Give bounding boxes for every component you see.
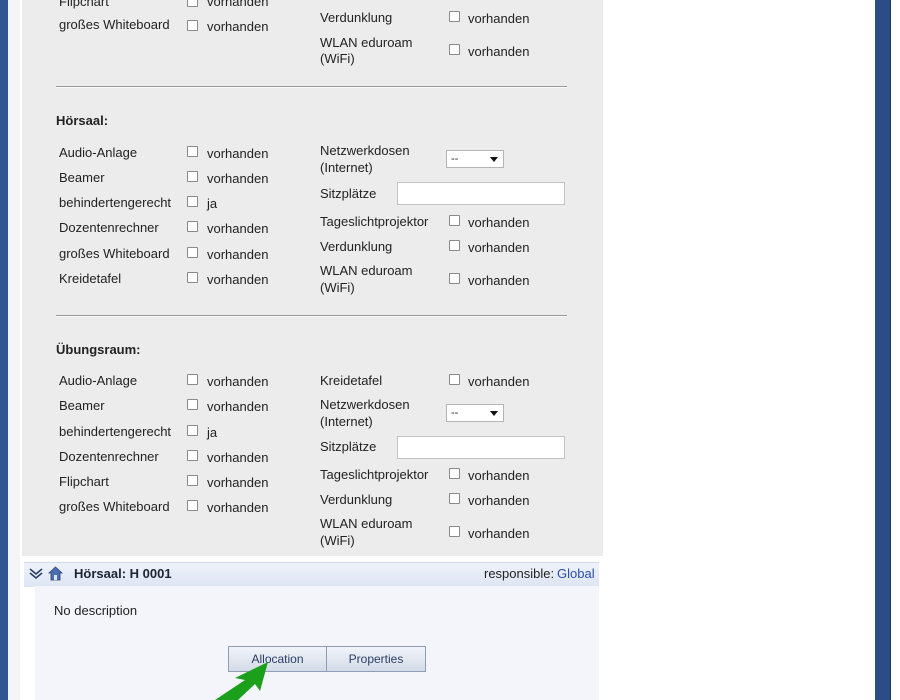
checkbox-behindertengerecht[interactable]: [187, 425, 198, 436]
section-heading: Hörsaal:: [56, 113, 109, 128]
checkbox-label: vorhanden: [468, 240, 530, 255]
property-label: (WiFi): [320, 533, 355, 548]
checkbox-beamer[interactable]: [187, 171, 198, 182]
property-label: Verdunklung: [320, 239, 393, 254]
checkbox-whiteboard[interactable]: [187, 247, 198, 258]
checkbox-label: vorhanden: [468, 11, 530, 26]
checkbox-dozentenrechner[interactable]: [187, 450, 198, 461]
property-label: Tageslichtprojektor: [320, 214, 429, 229]
sitzplaetze-input[interactable]: [397, 182, 565, 205]
property-label: Tageslichtprojektor: [320, 467, 429, 482]
property-label: (Internet): [320, 160, 373, 175]
property-label: (WiFi): [320, 280, 355, 295]
right-side-panel: [890, 0, 900, 700]
checkbox-whiteboard[interactable]: [187, 500, 198, 511]
checkbox-wlan[interactable]: [449, 526, 460, 537]
checkbox-tageslichtprojektor[interactable]: [449, 215, 460, 226]
checkbox-kreidetafel[interactable]: [187, 272, 198, 283]
netzwerkdosen-select[interactable]: --: [446, 150, 504, 168]
checkbox-label: vorhanden: [468, 468, 530, 483]
collapse-chevron-icon[interactable]: [29, 568, 43, 580]
checkbox-flipchart[interactable]: [187, 475, 198, 486]
checkbox-audio[interactable]: [187, 146, 198, 157]
checkbox-label: vorhanden: [207, 19, 269, 34]
checkbox-label: vorhanden: [468, 215, 530, 230]
checkbox-label: vorhanden: [207, 399, 269, 414]
checkbox-kreidetafel[interactable]: [449, 374, 460, 385]
property-label: Audio-Anlage: [59, 145, 138, 160]
sitzplaetze-input[interactable]: [397, 436, 565, 459]
property-label: WLAN eduroam: [320, 516, 413, 531]
checkbox-label: vorhanden: [207, 374, 269, 389]
room-home-icon: [48, 566, 63, 581]
checkbox-label: vorhanden: [207, 171, 269, 186]
checkbox-beamer[interactable]: [187, 399, 198, 410]
checkbox-label: vorhanden: [468, 526, 530, 541]
property-label: großes Whiteboard: [59, 499, 170, 514]
property-label: WLAN eduroam: [320, 263, 413, 278]
tab-properties[interactable]: Properties: [326, 646, 426, 672]
netzwerkdosen-select[interactable]: --: [446, 404, 504, 422]
checkbox-behindertengerecht[interactable]: [187, 196, 198, 207]
property-label: Flipchart: [59, 0, 109, 9]
property-label: Netzwerkdosen: [320, 397, 410, 412]
checkbox-flipchart[interactable]: [187, 0, 198, 7]
room-title: Hörsaal: H 0001: [74, 566, 172, 581]
property-label: Kreidetafel: [320, 373, 383, 388]
responsible-label: responsible:: [484, 566, 555, 581]
checkbox-label: vorhanden: [207, 450, 269, 465]
divider: [56, 86, 567, 88]
checkbox-audio[interactable]: [187, 374, 198, 385]
checkbox-verdunklung[interactable]: [449, 493, 460, 504]
property-label: Kreidetafel: [59, 271, 122, 286]
checkbox-label: vorhanden: [207, 221, 269, 236]
property-label: Audio-Anlage: [59, 373, 138, 388]
checkbox-label: vorhanden: [468, 273, 530, 288]
property-label: großes Whiteboard: [59, 17, 170, 32]
checkbox-label: ja: [207, 196, 218, 211]
checkbox-label: vorhanden: [207, 500, 269, 515]
checkbox-label: vorhanden: [207, 0, 269, 9]
responsible-link[interactable]: Global: [557, 566, 595, 582]
property-label: WLAN eduroam: [320, 35, 413, 50]
checkbox-label: vorhanden: [468, 44, 530, 59]
property-label: (Internet): [320, 414, 373, 429]
section-heading: Übungsraum:: [56, 342, 141, 357]
checkbox-dozentenrechner[interactable]: [187, 221, 198, 232]
property-label: Beamer: [59, 398, 105, 413]
room-description: No description: [54, 603, 138, 618]
checkbox-label: vorhanden: [207, 146, 269, 161]
checkbox-wlan[interactable]: [449, 273, 460, 284]
checkbox-label: ja: [207, 425, 218, 440]
property-label: Sitzplätze: [320, 439, 377, 454]
checkbox-label: vorhanden: [207, 247, 269, 262]
property-label: Verdunklung: [320, 10, 393, 25]
annotation-arrow-icon: [215, 662, 268, 700]
property-label: Dozentenrechner: [59, 220, 159, 235]
property-label: (WiFi): [320, 51, 355, 66]
property-label: behindertengerecht: [59, 195, 172, 210]
checkbox-verdunklung[interactable]: [449, 240, 460, 251]
property-label: Dozentenrechner: [59, 449, 159, 464]
checkbox-whiteboard[interactable]: [187, 20, 198, 31]
property-label: Verdunklung: [320, 492, 393, 507]
checkbox-tageslichtprojektor[interactable]: [449, 468, 460, 479]
checkbox-label: vorhanden: [207, 272, 269, 287]
window-left-border: [0, 0, 8, 700]
property-label: großes Whiteboard: [59, 246, 170, 261]
checkbox-label: vorhanden: [468, 374, 530, 389]
property-label: behindertengerecht: [59, 424, 172, 439]
checkbox-verdunklung[interactable]: [449, 11, 460, 22]
checkbox-wlan[interactable]: [449, 44, 460, 55]
property-label: Sitzplätze: [320, 186, 377, 201]
property-label: Flipchart: [59, 474, 109, 489]
checkbox-label: vorhanden: [207, 475, 269, 490]
property-label: Netzwerkdosen: [320, 143, 410, 158]
checkbox-label: vorhanden: [468, 493, 530, 508]
divider: [56, 315, 567, 317]
property-label: Beamer: [59, 170, 105, 185]
